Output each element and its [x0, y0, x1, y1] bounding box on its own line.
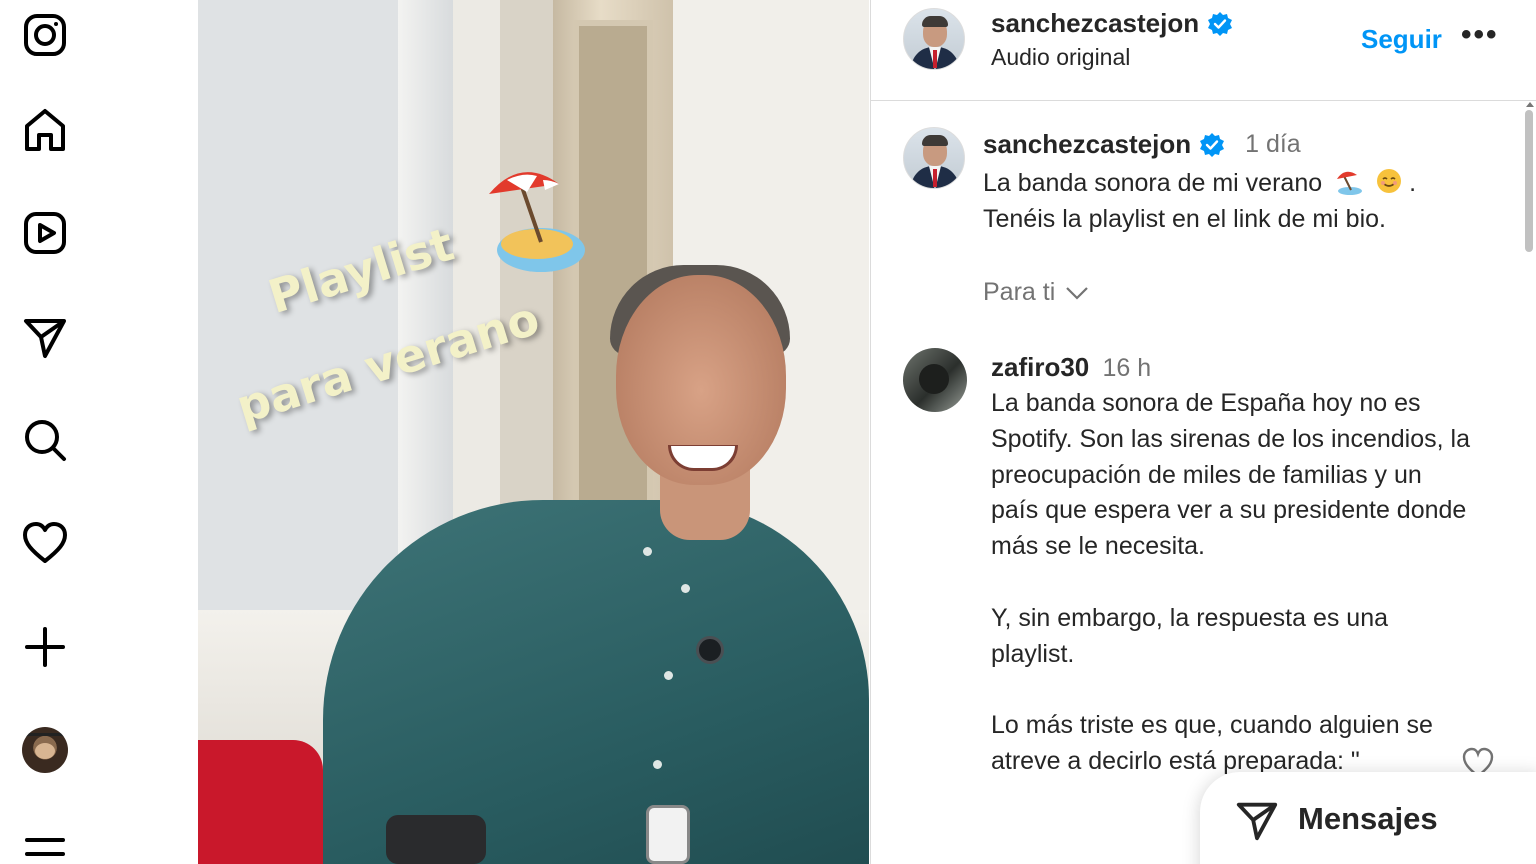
home-icon[interactable] [17, 102, 73, 158]
caption-time[interactable]: 1 día [1245, 130, 1301, 159]
person-torso [323, 500, 869, 864]
post-header: sanchezcastejon Audio original Seguir ••… [871, 0, 1536, 101]
caption-line1: La banda sonora de mi verano [983, 169, 1323, 197]
shirt-button [681, 584, 690, 593]
comment-header: zafiro30 16 h [991, 352, 1151, 383]
lapel-mic [696, 636, 724, 664]
reels-icon[interactable] [17, 205, 73, 261]
more-options-icon[interactable]: ••• [1461, 18, 1499, 52]
commenter-avatar[interactable] [903, 348, 967, 412]
comment-paragraph: Lo más triste es que, cuando alguien se … [991, 711, 1433, 775]
comment-time[interactable]: 16 h [1103, 354, 1152, 382]
messages-button[interactable]: Mensajes [1200, 772, 1536, 864]
menu-icon[interactable] [17, 818, 73, 864]
scrollbar-thumb[interactable] [1525, 110, 1533, 252]
profile-avatar[interactable] [17, 722, 73, 778]
author-username[interactable]: sanchezcastejon [991, 8, 1199, 39]
author-username-row[interactable]: sanchezcastejon [991, 8, 1233, 39]
plus-icon[interactable] [17, 619, 73, 675]
direct-send-icon [1236, 802, 1278, 841]
comments-filter-dropdown[interactable]: Para ti [983, 278, 1089, 307]
comment-text: La banda sonora de España hoy no es Spot… [991, 386, 1471, 816]
shirt-button [664, 671, 673, 680]
chevron-down-icon [1066, 286, 1089, 300]
caption-username[interactable]: sanchezcastejon [983, 129, 1191, 160]
heart-icon[interactable] [17, 515, 73, 571]
shirt-button [653, 760, 662, 769]
commenter-username[interactable]: zafiro30 [991, 352, 1089, 382]
instagram-logo-icon[interactable] [17, 7, 73, 63]
comment-paragraph: Y, sin embargo, la respuesta es una play… [991, 603, 1389, 668]
shirt-button [643, 547, 652, 556]
beach-umbrella-icon [489, 172, 585, 272]
scroll-up-arrow-icon[interactable] [1526, 102, 1534, 107]
author-avatar[interactable] [903, 8, 965, 70]
caption-line1-end: . [1409, 169, 1417, 197]
comment-paragraph: La banda sonora de España hoy no es Spot… [991, 389, 1470, 561]
caption-author-avatar[interactable] [903, 127, 965, 189]
follow-button[interactable]: Seguir [1361, 24, 1442, 55]
phone-in-hand [386, 815, 486, 864]
caption-text: La banda sonora de mi verano . Tenéis la… [983, 165, 1503, 237]
wristwatch [646, 805, 690, 864]
messages-label: Mensajes [1298, 801, 1438, 836]
left-nav [0, 0, 90, 864]
direct-send-icon[interactable] [17, 309, 73, 365]
caption-header: sanchezcastejon 1 día [983, 129, 1301, 160]
avatar [22, 727, 68, 773]
comments-filter-label: Para ti [983, 278, 1056, 306]
search-icon[interactable] [17, 412, 73, 468]
post-details-panel: sanchezcastejon Audio original Seguir ••… [870, 0, 1536, 864]
verified-badge-icon [1200, 132, 1225, 157]
smiling-face-emoji-icon [1377, 169, 1402, 193]
beach-umbrella-emoji-icon [1337, 171, 1363, 195]
caption-line2: Tenéis la playlist en el link de mi bio. [983, 205, 1386, 233]
verified-badge-icon [1208, 11, 1233, 36]
audio-label[interactable]: Audio original [991, 44, 1130, 71]
reel-video[interactable]: Playlist para verano [198, 0, 869, 864]
red-cushion [198, 740, 323, 864]
